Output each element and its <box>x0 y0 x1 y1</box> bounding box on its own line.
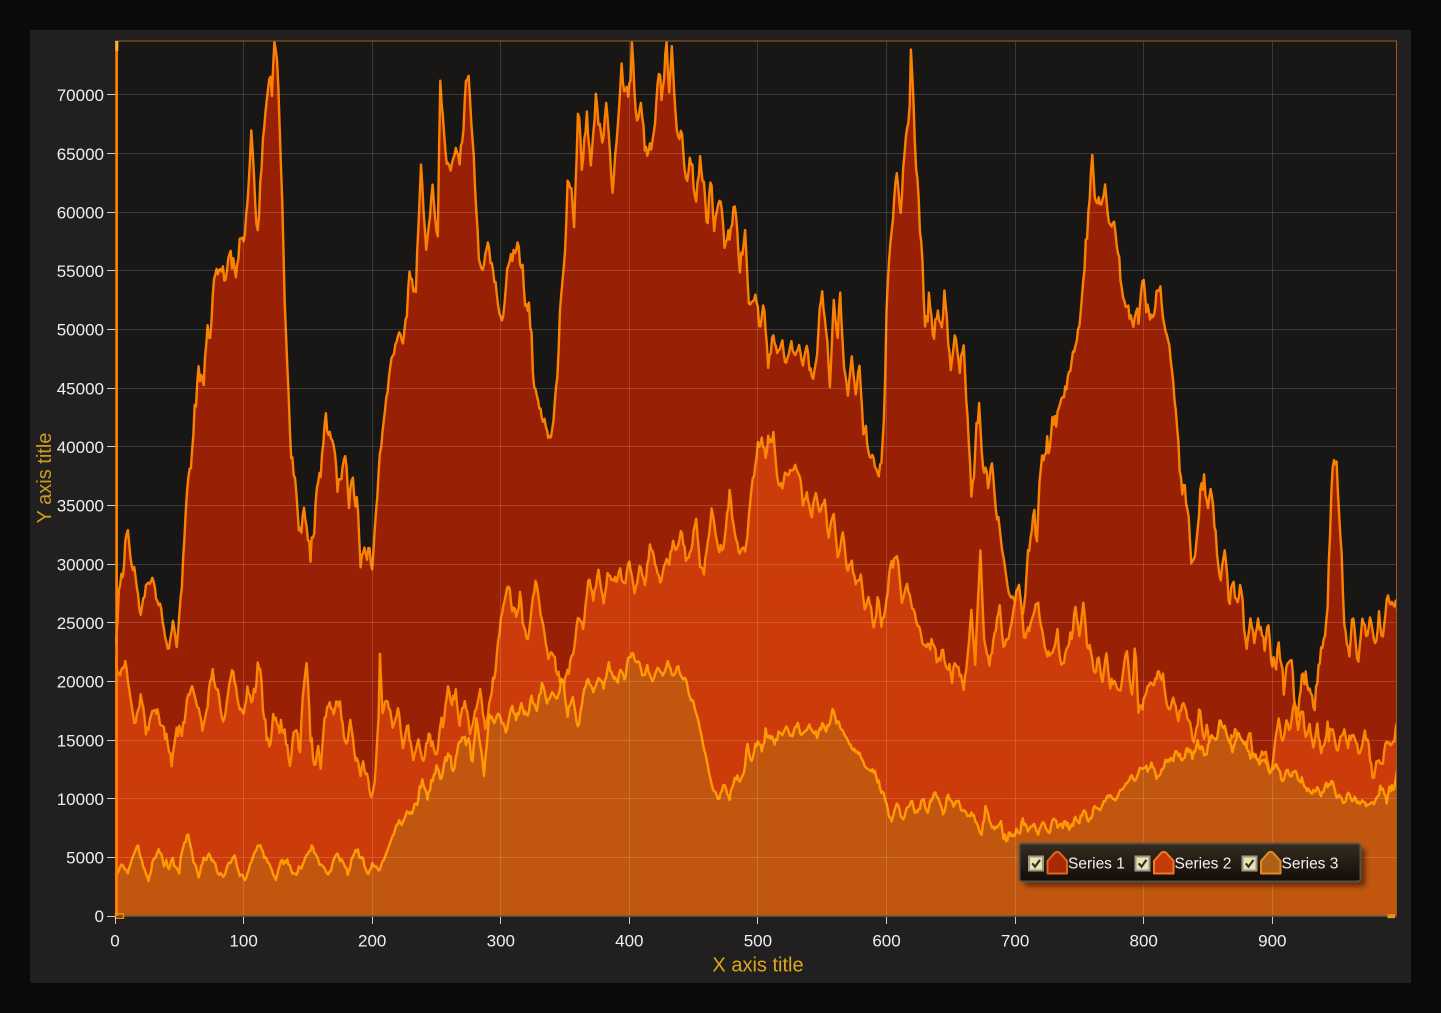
svg-text:40000: 40000 <box>57 438 104 457</box>
svg-text:100: 100 <box>229 931 257 950</box>
svg-text:Y axis title: Y axis title <box>34 433 56 524</box>
svg-text:25000: 25000 <box>57 614 104 633</box>
svg-text:200: 200 <box>358 931 386 950</box>
svg-text:Series 3: Series 3 <box>1282 856 1339 873</box>
svg-text:0: 0 <box>95 907 104 926</box>
svg-text:70000: 70000 <box>57 86 104 105</box>
svg-text:Series 1: Series 1 <box>1068 856 1125 873</box>
svg-text:Series 2: Series 2 <box>1175 856 1232 873</box>
svg-text:800: 800 <box>1130 931 1158 950</box>
svg-text:10000: 10000 <box>57 790 104 809</box>
svg-text:35000: 35000 <box>57 497 104 516</box>
svg-text:700: 700 <box>1001 931 1029 950</box>
svg-text:5000: 5000 <box>66 849 104 868</box>
svg-text:50000: 50000 <box>57 321 104 340</box>
svg-text:600: 600 <box>872 931 900 950</box>
svg-text:300: 300 <box>487 931 515 950</box>
svg-text:400: 400 <box>615 931 643 950</box>
svg-text:900: 900 <box>1258 931 1286 950</box>
svg-text:30000: 30000 <box>57 555 104 574</box>
svg-text:60000: 60000 <box>57 203 104 222</box>
svg-text:500: 500 <box>744 931 772 950</box>
svg-text:65000: 65000 <box>57 145 104 164</box>
svg-text:20000: 20000 <box>57 673 104 692</box>
svg-text:55000: 55000 <box>57 262 104 281</box>
svg-text:0: 0 <box>110 931 119 950</box>
svg-text:45000: 45000 <box>57 379 104 398</box>
svg-text:X axis title: X axis title <box>712 955 803 977</box>
svg-text:15000: 15000 <box>57 731 104 750</box>
